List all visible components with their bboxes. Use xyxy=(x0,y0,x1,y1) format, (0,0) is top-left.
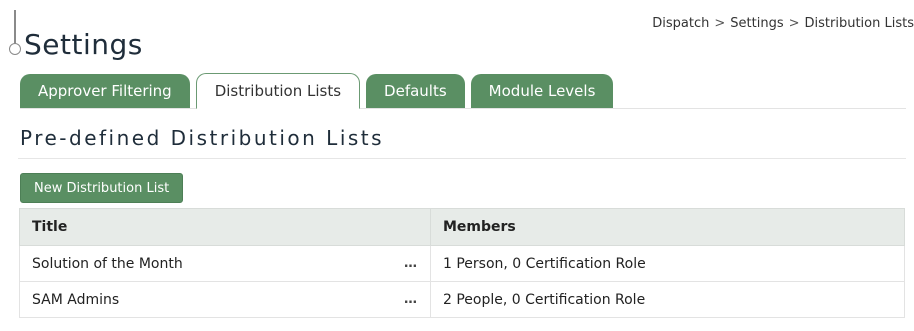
row-members: 2 People, 0 Certification Role xyxy=(430,281,905,318)
column-header-members[interactable]: Members xyxy=(430,208,905,246)
breadcrumb-distribution-lists[interactable]: Distribution Lists xyxy=(805,16,914,31)
tab-distribution-lists[interactable]: Distribution Lists xyxy=(195,73,361,109)
column-header-title[interactable]: Title xyxy=(19,208,431,246)
row-members: 1 Person, 0 Certification Role xyxy=(430,245,905,282)
tab-defaults[interactable]: Defaults xyxy=(366,74,465,108)
section-title: Pre-defined Distribution Lists xyxy=(20,126,385,150)
breadcrumb-settings[interactable]: Settings xyxy=(730,16,783,31)
row-menu-icon[interactable]: … xyxy=(404,256,418,271)
table-header-row: Title Members xyxy=(19,208,905,246)
breadcrumb-separator: > xyxy=(714,16,726,31)
row-title[interactable]: SAM Admins xyxy=(32,292,119,308)
row-title-cell: SAM Admins … xyxy=(19,281,431,318)
table-row[interactable]: SAM Admins … 2 People, 0 Certification R… xyxy=(19,281,905,318)
breadcrumb-separator: > xyxy=(788,16,800,31)
distribution-lists-table: Title Members Solution of the Month … 1 … xyxy=(19,208,905,318)
breadcrumb-dispatch[interactable]: Dispatch xyxy=(652,16,709,31)
tab-module-levels[interactable]: Module Levels xyxy=(470,74,614,108)
tab-bar: Approver Filtering Distribution Lists De… xyxy=(20,72,906,109)
breadcrumb: Dispatch > Settings > Distribution Lists xyxy=(652,16,914,31)
row-menu-icon[interactable]: … xyxy=(404,292,418,307)
timeline-node-icon xyxy=(9,43,21,55)
section-divider xyxy=(18,158,906,159)
timeline-line xyxy=(14,10,16,44)
table-row[interactable]: Solution of the Month … 1 Person, 0 Cert… xyxy=(19,245,905,282)
new-distribution-list-button[interactable]: New Distribution List xyxy=(20,173,184,203)
row-title-cell: Solution of the Month … xyxy=(19,245,431,282)
row-title[interactable]: Solution of the Month xyxy=(32,256,183,272)
tab-approver-filtering[interactable]: Approver Filtering xyxy=(20,74,190,108)
page-title: Settings xyxy=(24,28,143,61)
